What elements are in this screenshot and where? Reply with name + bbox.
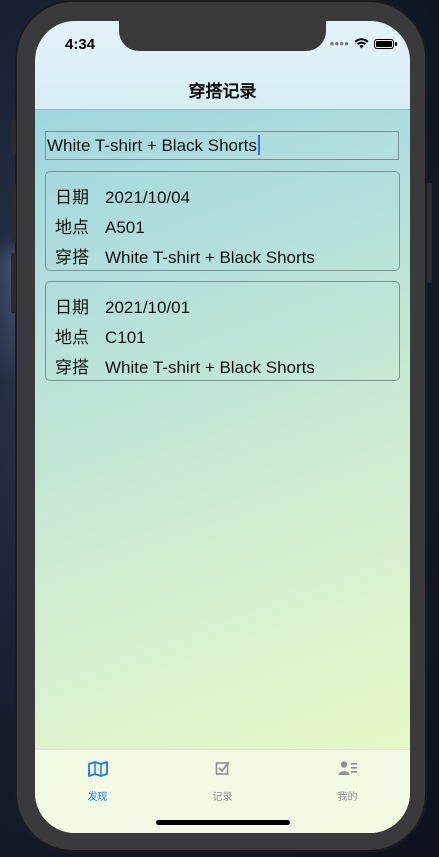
outfit-label: 穿搭 (55, 358, 89, 377)
search-input-value: White T-shirt + Black Shorts (47, 136, 257, 155)
wifi-icon (354, 38, 369, 49)
tab-records[interactable]: 记录 (160, 750, 285, 803)
silent-switch (11, 120, 16, 154)
date-label: 日期 (55, 188, 89, 207)
record-outfit-row: 穿搭 White T-shirt + Black Shorts (55, 353, 315, 378)
place-value: A501 (105, 218, 145, 237)
outfit-value: White T-shirt + Black Shorts (105, 248, 315, 267)
checkbox-icon (215, 761, 230, 775)
power-button (427, 183, 432, 283)
record-date-row: 日期 2021/10/01 (55, 293, 190, 318)
tab-label: 记录 (212, 792, 233, 803)
record-date-row: 日期 2021/10/04 (55, 183, 190, 208)
place-value: C101 (105, 328, 146, 347)
tab-discover[interactable]: 发现 (35, 750, 160, 803)
profile-icon (338, 761, 357, 775)
status-time: 4:34 (65, 36, 96, 53)
map-icon (87, 761, 108, 777)
page-title: 穿搭记录 (188, 82, 257, 101)
text-cursor (257, 135, 260, 155)
tab-label: 发现 (87, 792, 108, 803)
record-card[interactable]: 日期 2021/10/04 地点 A501 穿搭 White T-shirt + Bl… (45, 171, 400, 271)
outfit-value: White T-shirt + Black Shorts (105, 358, 315, 377)
place-label: 地点 (55, 328, 89, 347)
record-place-row: 地点 C101 (55, 323, 146, 348)
status-icons: ●●●● (329, 38, 397, 49)
record-card[interactable]: 日期 2021/10/01 地点 C101 穿搭 White T-shirt + Bl… (45, 281, 400, 381)
status-bar: 4:34 ●●●● (35, 21, 410, 65)
volume-up-button (11, 183, 16, 243)
tab-label: 我的 (337, 792, 358, 803)
date-value: 2021/10/04 (105, 188, 191, 207)
place-label: 地点 (55, 218, 89, 237)
battery-icon (374, 38, 397, 49)
record-place-row: 地点 A501 (55, 213, 145, 238)
signal-icon: ●●●● (329, 39, 349, 48)
date-value: 2021/10/01 (105, 298, 191, 317)
app-screen: 穿搭记录 4:34 ●●●● White T-shirt + Black Sho… (35, 21, 410, 833)
volume-down-button (11, 253, 16, 313)
home-indicator[interactable] (156, 820, 290, 825)
date-label: 日期 (55, 298, 89, 317)
record-outfit-row: 穿搭 White T-shirt + Black Shorts (55, 243, 315, 268)
outfit-label: 穿搭 (55, 248, 89, 267)
search-input[interactable]: White T-shirt + Black Shorts (45, 131, 399, 160)
tab-profile[interactable]: 我的 (285, 750, 410, 803)
